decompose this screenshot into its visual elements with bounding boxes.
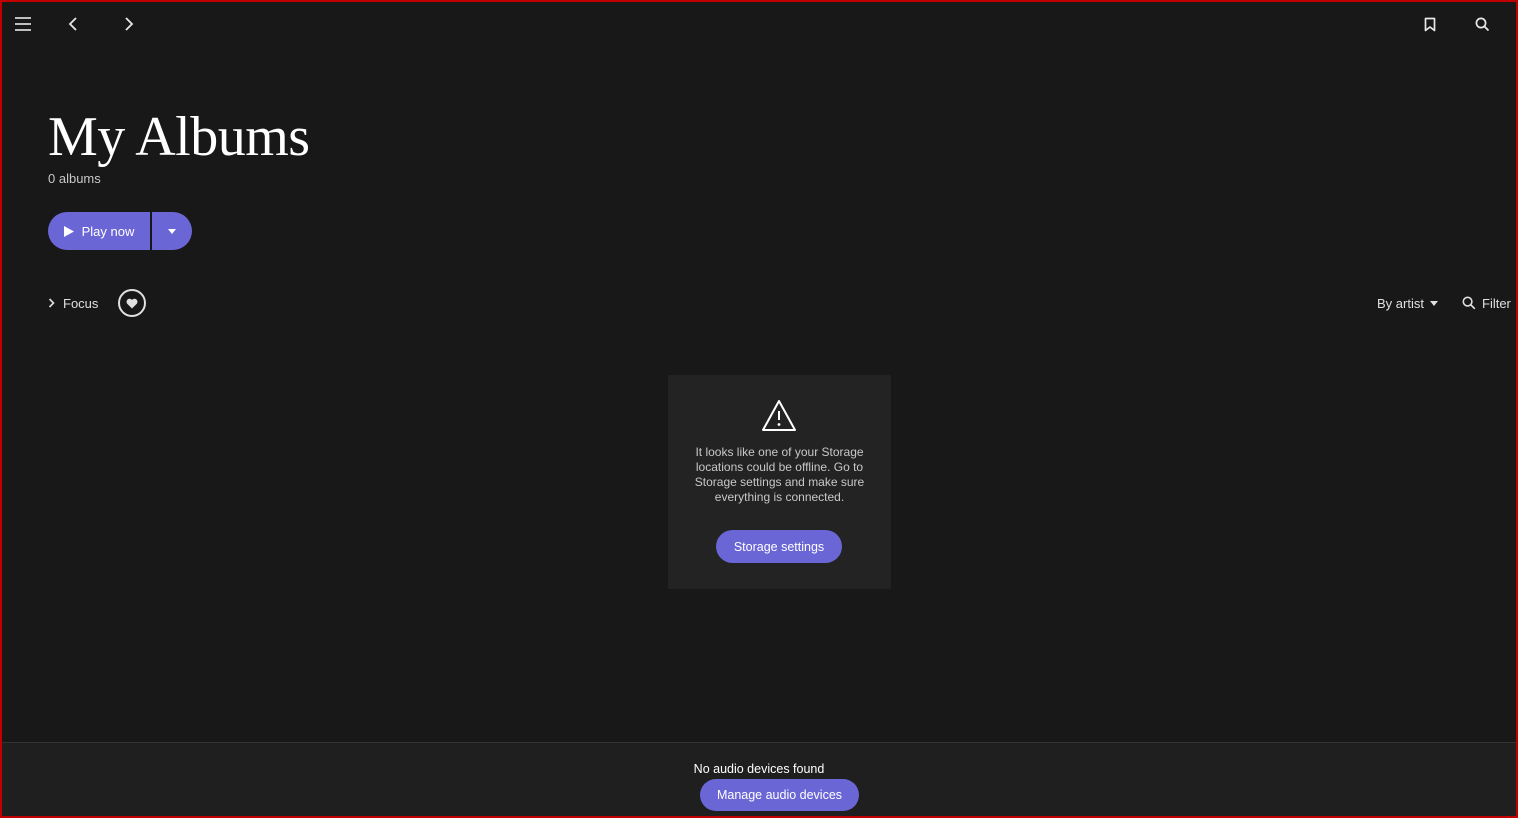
warning-icon xyxy=(762,400,796,431)
player-bar: No audio devices found Manage audio devi… xyxy=(2,742,1516,816)
caret-down-icon xyxy=(168,228,176,234)
chevron-right-icon xyxy=(48,298,55,308)
filter-button[interactable]: Filter xyxy=(1462,289,1511,317)
search-icon[interactable] xyxy=(1468,10,1496,38)
favorites-filter-button[interactable] xyxy=(118,289,147,317)
play-options-button[interactable] xyxy=(152,212,192,250)
search-icon xyxy=(1462,296,1476,310)
page-title: My Albums xyxy=(48,106,310,168)
hamburger-menu-icon[interactable] xyxy=(9,10,37,38)
play-now-label: Play now xyxy=(81,223,135,239)
focus-label: Focus xyxy=(63,295,99,311)
chevron-left-icon[interactable] xyxy=(60,10,88,38)
app-window: My Albums 0 albums Play now Focus By art… xyxy=(2,2,1516,816)
manage-audio-devices-button[interactable]: Manage audio devices xyxy=(700,779,859,811)
storage-offline-message: It looks like one of your Storage locati… xyxy=(694,445,865,504)
play-now-button[interactable]: Play now xyxy=(48,212,150,250)
sort-label: By artist xyxy=(1377,295,1424,311)
chevron-right-icon[interactable] xyxy=(114,10,142,38)
caret-down-icon xyxy=(1429,300,1438,306)
bookmark-icon[interactable] xyxy=(1416,10,1444,38)
sort-dropdown[interactable]: By artist xyxy=(1377,289,1438,317)
heart-icon xyxy=(126,298,138,308)
play-button-group: Play now xyxy=(48,212,192,250)
play-icon xyxy=(63,225,74,237)
top-bar xyxy=(2,2,1516,46)
storage-offline-card: It looks like one of your Storage locati… xyxy=(668,375,891,589)
filter-label: Filter xyxy=(1482,295,1511,311)
audio-status-text: No audio devices found xyxy=(693,762,825,776)
focus-toggle[interactable]: Focus xyxy=(48,296,98,311)
storage-settings-button[interactable]: Storage settings xyxy=(716,530,842,563)
album-count: 0 albums xyxy=(48,171,101,186)
toolbar-left: Focus xyxy=(48,289,147,317)
